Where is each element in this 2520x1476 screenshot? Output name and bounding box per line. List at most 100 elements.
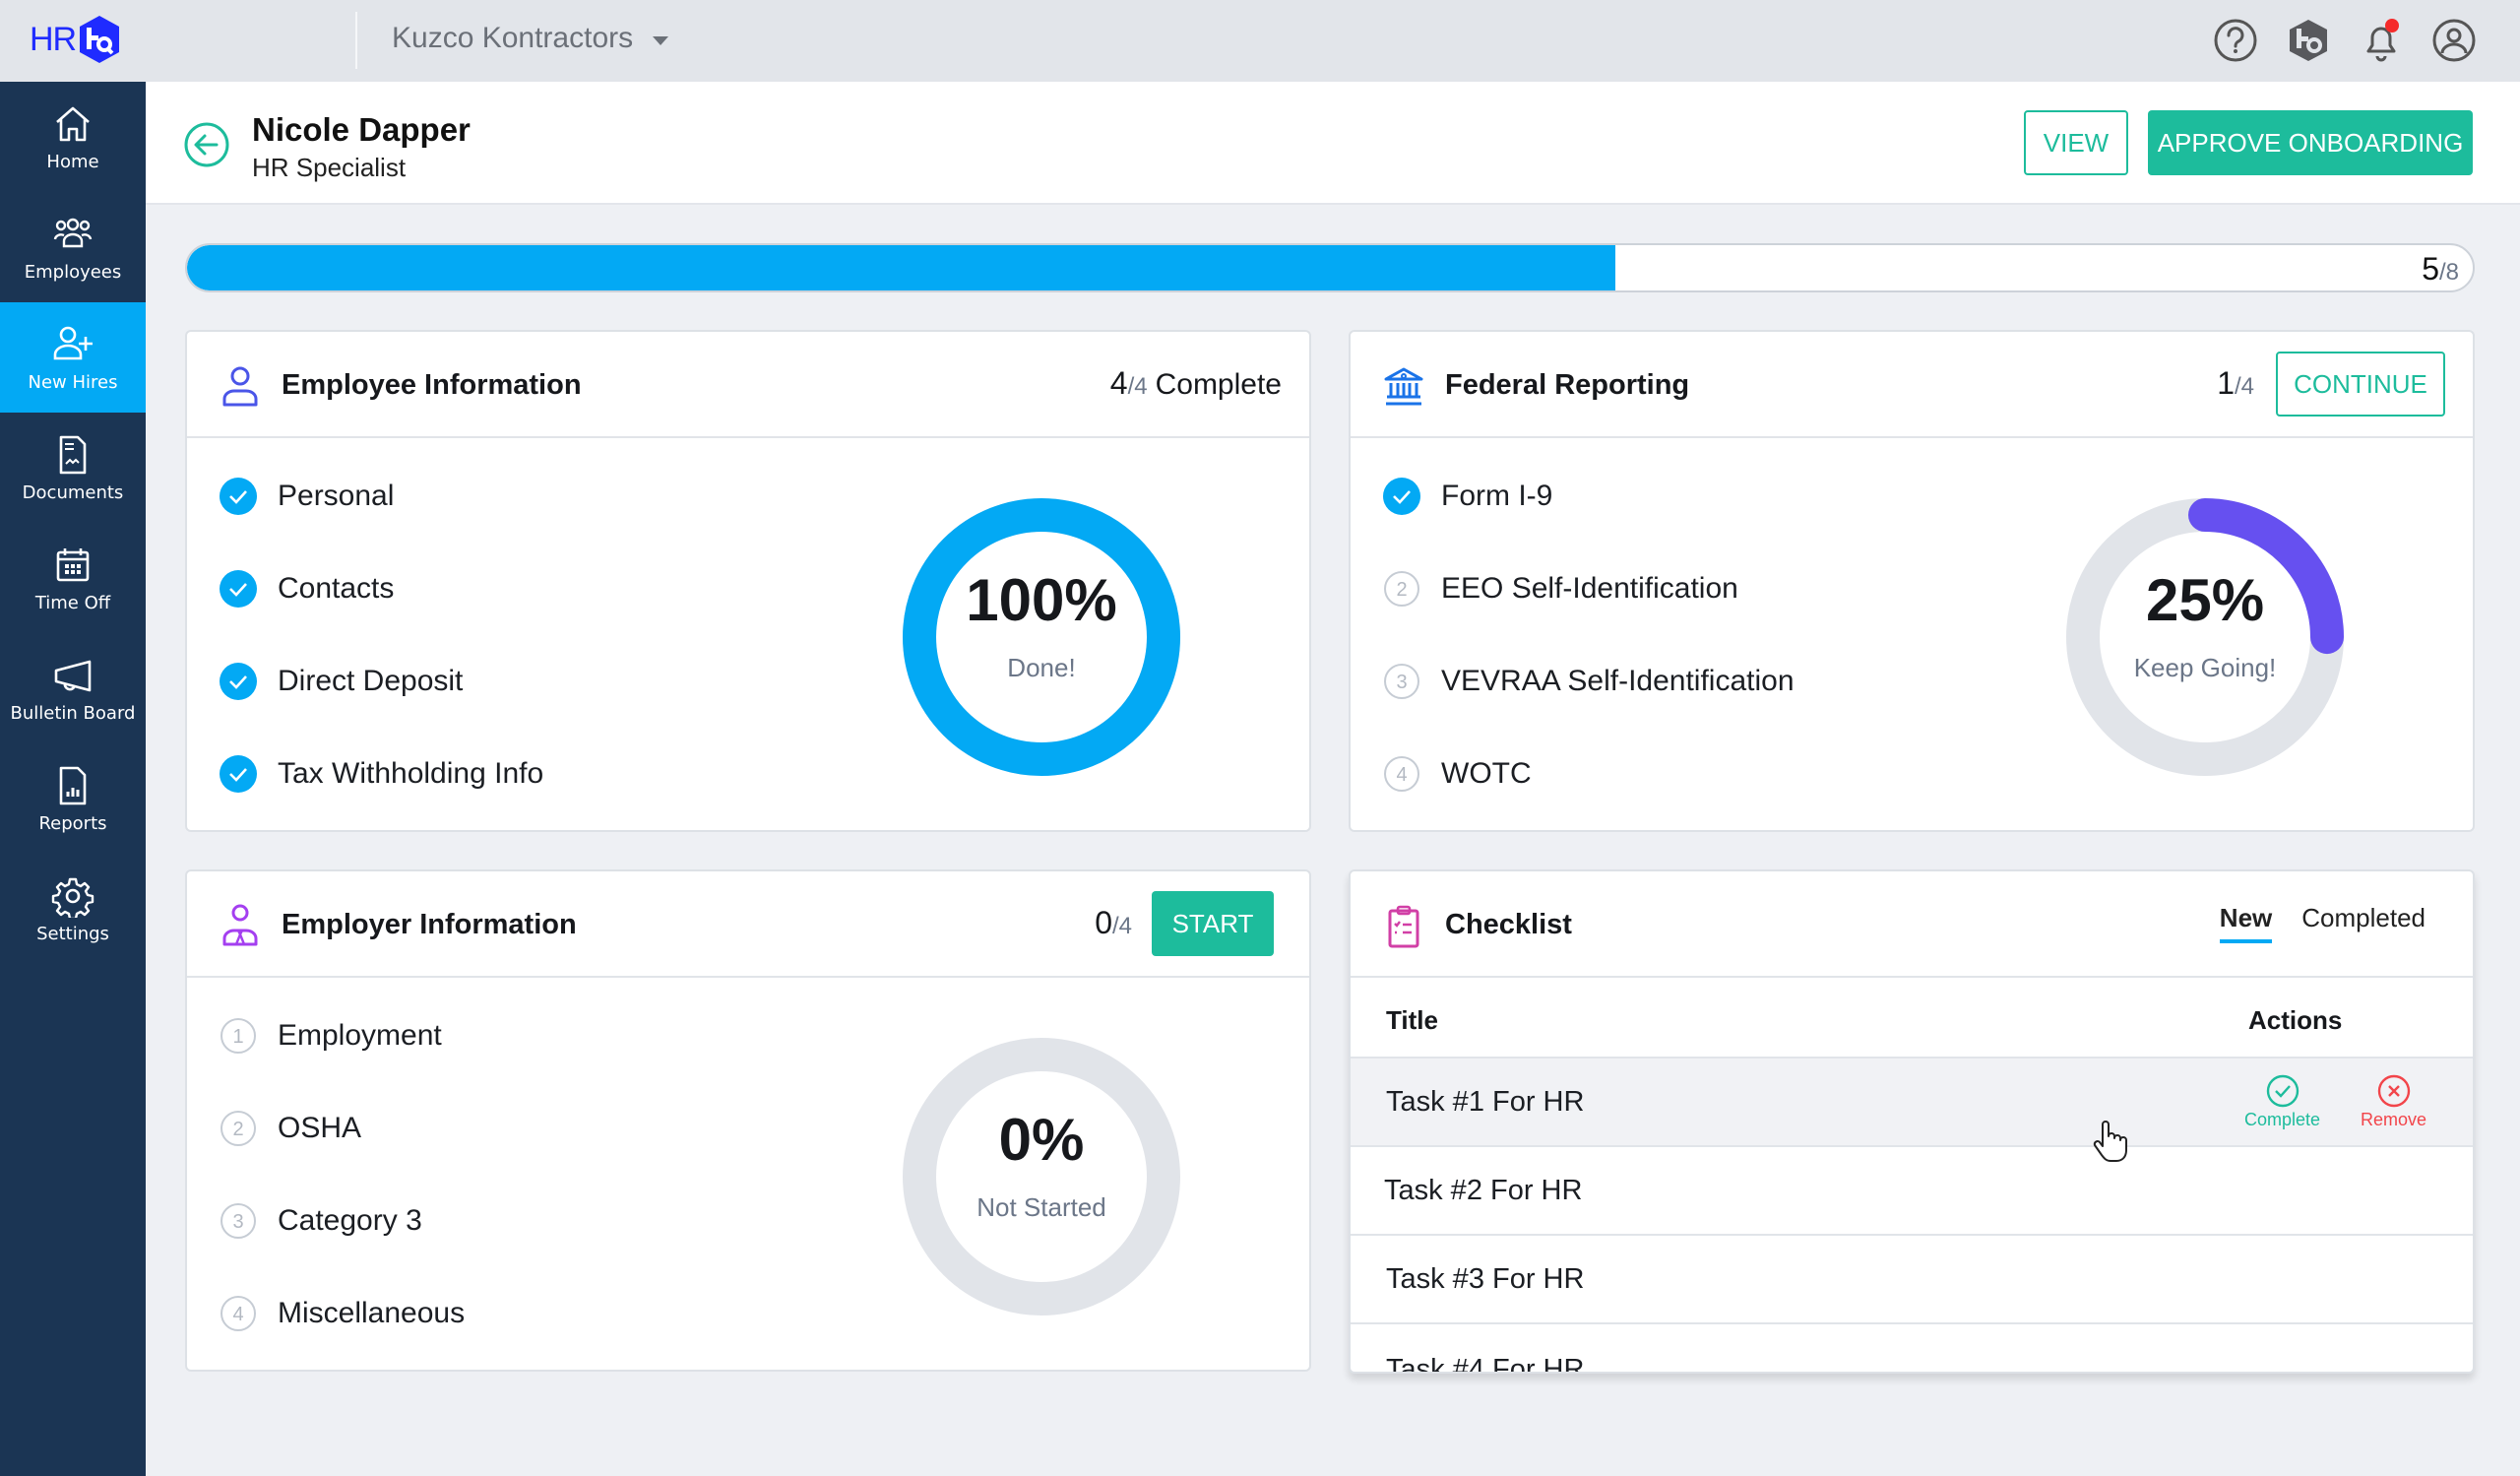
svg-text:2: 2 — [1396, 579, 1407, 601]
bank-building-icon — [1384, 367, 1423, 406]
home-icon — [56, 106, 90, 141]
step-number-icon: 4 — [1384, 756, 1419, 792]
start-button[interactable]: START — [1152, 891, 1274, 956]
sidebar-item-label: Home — [46, 151, 99, 172]
company-selector[interactable]: Kuzco Kontractors — [392, 22, 669, 55]
progress-donut: 25% Keep Going! — [2057, 489, 2353, 785]
sidebar-item-home[interactable]: Home — [0, 82, 146, 192]
step-label: WOTC — [1441, 757, 1532, 790]
step-label: Form I-9 — [1441, 480, 1553, 512]
gear-icon — [51, 877, 94, 918]
overall-total: /8 — [2438, 259, 2459, 286]
remove-task-button[interactable]: Remove — [2361, 1074, 2426, 1130]
card-header: Checklist New Completed — [1351, 871, 2473, 978]
done-count: 1 — [2217, 365, 2235, 401]
step-label: Miscellaneous — [278, 1297, 466, 1329]
sidebar-item-employees[interactable]: Employees — [0, 192, 146, 302]
step-item[interactable]: 4 Miscellaneous — [219, 1292, 465, 1335]
top-bar: HR Kuzco Kontractors — [0, 0, 2520, 82]
hrhq-logo[interactable]: HR — [30, 14, 121, 65]
step-item[interactable]: Form I-9 — [1382, 475, 1552, 518]
donut-status: Not Started — [976, 1192, 1106, 1222]
step-item[interactable]: Tax Withholding Info — [219, 752, 543, 796]
step-item[interactable]: 3 VEVRAA Self-Identification — [1382, 660, 1795, 703]
step-label: VEVRAA Self-Identification — [1441, 665, 1795, 697]
step-label: Contacts — [278, 572, 395, 605]
step-item[interactable]: Personal — [219, 475, 394, 518]
task-title: Task #4 For HR — [1386, 1354, 1585, 1374]
overall-progress-fill — [187, 245, 1616, 290]
top-divider — [355, 12, 357, 69]
caret-down-icon — [653, 35, 669, 45]
sidebar-item-documents[interactable]: Documents — [0, 413, 146, 523]
sidebar-item-label: Settings — [36, 923, 109, 944]
close-circle-icon — [2377, 1074, 2410, 1108]
employee-information-card: Employee Information 4/4 Complete Persona… — [185, 330, 1311, 832]
sidebar-item-label: Bulletin Board — [10, 702, 136, 724]
sidebar-item-label: Documents — [22, 481, 124, 503]
continue-button[interactable]: CONTINUE — [2276, 352, 2445, 417]
task-title: Task #3 For HR — [1386, 1263, 1585, 1295]
step-label: Direct Deposit — [278, 665, 464, 697]
tab-completed[interactable]: Completed — [2301, 903, 2426, 943]
step-item[interactable]: Direct Deposit — [219, 660, 463, 703]
checklist-card: Checklist New Completed Title Actions Ta… — [1349, 869, 2475, 1374]
employees-icon — [53, 218, 93, 247]
table-row[interactable]: Task #4 For HR — [1351, 1324, 2473, 1374]
done-count: 4 — [1109, 365, 1128, 401]
hq-hexagon-icon — [80, 16, 120, 63]
back-arrow-icon[interactable] — [183, 121, 230, 168]
svg-text:1: 1 — [232, 1026, 243, 1048]
step-item[interactable]: 3 Category 3 — [219, 1199, 422, 1243]
hq-logo-icon[interactable] — [2286, 18, 2331, 63]
step-item[interactable]: 2 OSHA — [219, 1107, 361, 1150]
sidebar-item-settings[interactable]: Settings — [0, 854, 146, 964]
sidebar-item-label: Reports — [38, 812, 107, 834]
card-title: Employee Information — [282, 369, 582, 401]
total-count: /4 — [1111, 913, 1132, 939]
table-row[interactable]: Task #2 For HR — [1351, 1147, 2473, 1236]
overall-progress-bar: 5/8 — [185, 243, 2475, 292]
step-item[interactable]: 2 EEO Self-Identification — [1382, 567, 1738, 610]
task-title: Task #1 For HR — [1386, 1086, 1585, 1118]
hand-pointer-cursor-icon — [2093, 1121, 2127, 1162]
user-profile-icon[interactable] — [2431, 18, 2477, 63]
sidebar-item-bulletin-board[interactable]: Bulletin Board — [0, 633, 146, 743]
sidebar-item-new-hires[interactable]: New Hires — [0, 302, 146, 413]
step-item[interactable]: 1 Employment — [219, 1014, 442, 1058]
clipboard-checklist-icon — [1388, 905, 1419, 948]
step-label: Personal — [278, 480, 395, 512]
employee-job-title: HR Specialist — [252, 153, 407, 182]
federal-reporting-card: Federal Reporting 1/4 CONTINUE Form I-9 2… — [1349, 330, 2475, 832]
help-icon[interactable] — [2213, 18, 2258, 63]
step-item[interactable]: 4 WOTC — [1382, 752, 1532, 796]
view-button[interactable]: VIEW — [2024, 110, 2128, 175]
complete-label: Complete — [1155, 368, 1282, 401]
check-circle-icon — [220, 478, 257, 515]
tab-new[interactable]: New — [2219, 903, 2273, 943]
svg-text:4: 4 — [1396, 764, 1407, 786]
donut-percent: 0% — [998, 1107, 1085, 1173]
employee-name: Nicole Dapper — [252, 111, 471, 148]
table-row[interactable]: Task #3 For HR — [1351, 1236, 2473, 1324]
column-header-title: Title — [1386, 1005, 1438, 1035]
notification-bell-icon[interactable] — [2359, 18, 2404, 63]
sidebar-item-time-off[interactable]: Time Off — [0, 523, 146, 633]
complete-label: Complete — [2244, 1110, 2321, 1129]
step-label: EEO Self-Identification — [1441, 572, 1738, 605]
approve-onboarding-button[interactable]: APPROVE ONBOARDING — [2148, 110, 2473, 175]
card-header: Federal Reporting 1/4 CONTINUE — [1351, 332, 2473, 438]
sidebar-item-reports[interactable]: Reports — [0, 743, 146, 854]
calendar-icon — [56, 547, 90, 581]
svg-text:3: 3 — [1396, 672, 1407, 693]
step-item[interactable]: Contacts — [219, 567, 394, 610]
table-row[interactable]: Task #1 For HR Complete Remove — [1351, 1059, 2473, 1147]
sidebar: Home Employees New Hires Documents Time … — [0, 82, 146, 1476]
check-circle-icon — [220, 570, 257, 608]
megaphone-icon — [54, 660, 92, 691]
card-title: Employer Information — [282, 909, 577, 940]
sidebar-item-label: New Hires — [28, 371, 118, 393]
done-count: 0 — [1095, 905, 1112, 940]
donut-ring — [903, 1038, 1180, 1316]
complete-task-button[interactable]: Complete — [2244, 1074, 2320, 1130]
